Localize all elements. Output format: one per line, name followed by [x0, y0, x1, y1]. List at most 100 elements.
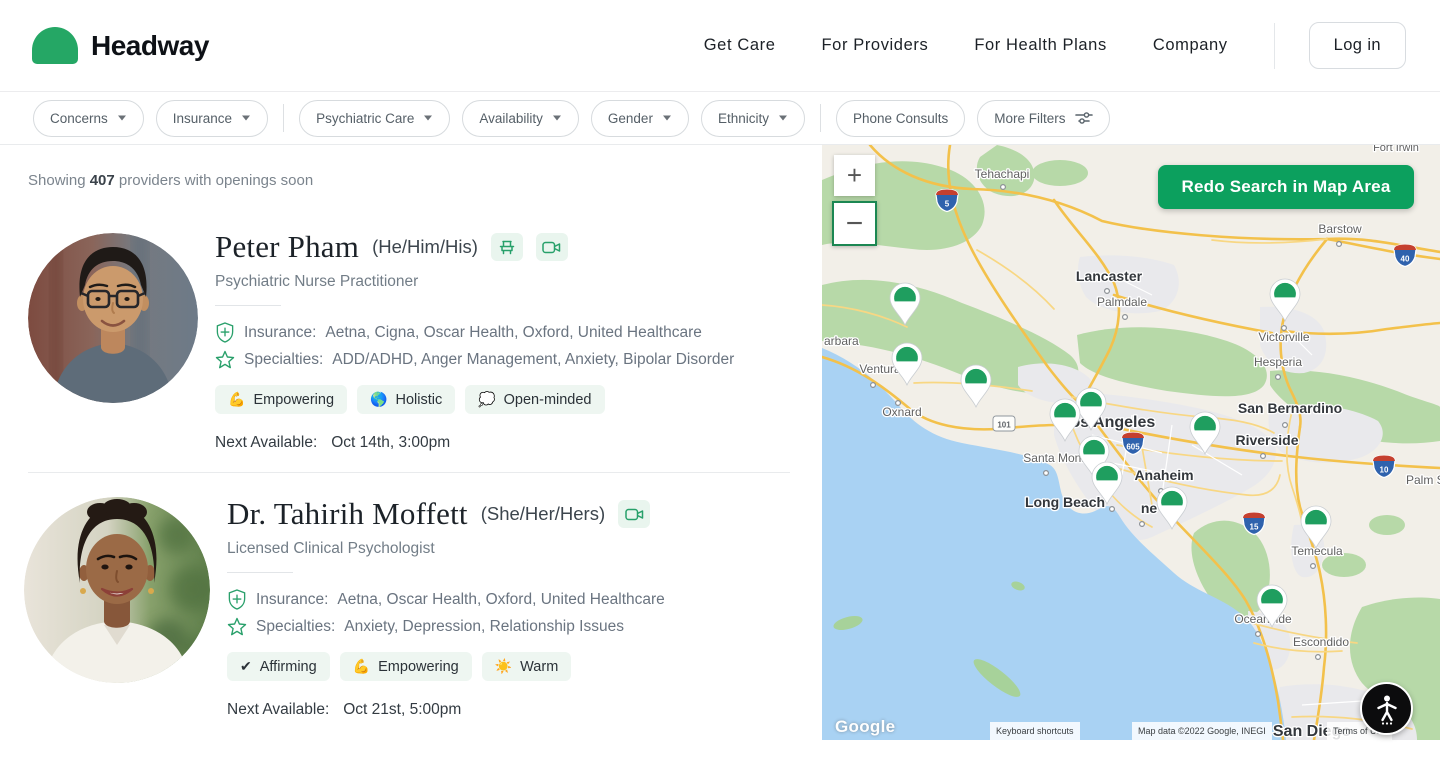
divider — [215, 305, 281, 306]
filter-label: More Filters — [994, 111, 1065, 126]
provider-results-list: Showing 407 providers with openings soon — [0, 145, 822, 777]
map-label: Hesperia — [1254, 355, 1302, 369]
map-label: Escondido — [1293, 635, 1349, 649]
svg-text:10: 10 — [1380, 466, 1389, 475]
chevron-down-icon — [778, 115, 788, 121]
filter-gender[interactable]: Gender — [591, 100, 689, 137]
tag-emoji: ☀️ — [495, 658, 512, 675]
map-label: Palmdale — [1097, 295, 1147, 309]
next-available-value: Oct 21st, 5:00pm — [343, 701, 461, 719]
redo-search-button[interactable]: Redo Search in Map Area — [1158, 165, 1414, 209]
map-label: Tehachapi — [975, 167, 1030, 181]
chevron-down-icon — [552, 115, 562, 121]
nav-for-health-plans[interactable]: For Health Plans — [974, 36, 1107, 55]
login-button[interactable]: Log in — [1309, 22, 1406, 69]
trait-tag: 💪 Empowering — [340, 652, 472, 681]
nav-divider — [1274, 23, 1275, 69]
specialties-list: Anxiety, Depression, Relationship Issues — [344, 618, 624, 636]
tag-emoji: 💪 — [228, 391, 245, 408]
video-icon — [618, 500, 650, 528]
provider-title: Licensed Clinical Psychologist — [227, 540, 817, 558]
filter-psychiatric-care[interactable]: Psychiatric Care — [299, 100, 450, 137]
results-count-text: Showing 407 providers with openings soon — [28, 172, 313, 189]
filter-insurance[interactable]: Insurance — [156, 100, 268, 137]
map-town-dot — [1001, 185, 1006, 190]
tag-label: Warm — [520, 659, 558, 675]
zoom-in-button[interactable]: + — [834, 155, 875, 196]
zoom-out-button[interactable]: − — [832, 201, 877, 246]
insurance-label: Insurance: — [256, 591, 328, 609]
map-town-dot — [1256, 632, 1261, 637]
filter-label: Psychiatric Care — [316, 111, 414, 126]
map-label: Palm Springs — [1406, 473, 1440, 487]
chevron-down-icon — [241, 115, 251, 121]
trait-tag: 💪 Empowering — [215, 385, 347, 414]
map-label: Fort Irwin — [1373, 145, 1419, 154]
trait-tag: 🌎 Holistic — [357, 385, 455, 414]
filter-group-divider — [283, 104, 284, 132]
headway-logo[interactable]: Headway — [32, 27, 209, 64]
specialties-label: Specialties: — [256, 618, 335, 636]
results-count-suffix: providers with openings soon — [115, 172, 313, 189]
filter-label: Phone Consults — [853, 111, 948, 126]
provider-card[interactable]: Dr. Tahirih Moffett (She/Her/Hers) Licen… — [227, 496, 817, 719]
map-label: arbara — [824, 334, 859, 348]
google-logo: Google — [835, 717, 895, 737]
provider-pronouns: (He/Him/His) — [372, 236, 478, 258]
filter-concerns[interactable]: Concerns — [33, 100, 144, 137]
next-available-value: Oct 14th, 3:00pm — [331, 434, 450, 452]
next-available-label: Next Available: — [215, 434, 317, 452]
map-zoom-controls: + − — [834, 155, 882, 246]
nav-for-providers[interactable]: For Providers — [821, 36, 928, 55]
filter-availability[interactable]: Availability — [462, 100, 579, 137]
svg-text:5: 5 — [945, 200, 950, 209]
tag-label: Empowering — [253, 392, 334, 408]
map-town-dot — [1276, 375, 1281, 380]
provider-avatar[interactable] — [28, 233, 198, 403]
filter-more-filters[interactable]: More Filters — [977, 100, 1109, 137]
map-label: Oxnard — [882, 405, 921, 419]
provider-title: Psychiatric Nurse Practitioner — [215, 273, 805, 291]
chevron-down-icon — [423, 115, 433, 121]
results-count-prefix: Showing — [28, 172, 90, 189]
tag-emoji: ✔ — [240, 658, 252, 675]
map-town-dot — [896, 401, 901, 406]
filter-sliders-icon — [1075, 112, 1093, 124]
insurance-shield-icon — [227, 589, 247, 610]
filter-group-divider — [820, 104, 821, 132]
filter-bar: Concerns Insurance Psychiatric Care Avai… — [0, 92, 1440, 145]
filter-phone-consults[interactable]: Phone Consults — [836, 100, 965, 137]
map-panel[interactable]: Fort IrwinTehachapiBarstowLancasterPalmd… — [822, 145, 1440, 740]
tag-label: Empowering — [378, 659, 459, 675]
map-label: Long Beach — [1025, 494, 1105, 510]
google-map[interactable]: Fort IrwinTehachapiBarstowLancasterPalmd… — [822, 145, 1440, 740]
filter-label: Ethnicity — [718, 111, 769, 126]
provider-card[interactable]: Peter Pham (He/Him/His) Psychiatric Nurs… — [215, 229, 805, 452]
map-town-dot — [1282, 326, 1287, 331]
keyboard-shortcuts-link[interactable]: Keyboard shortcuts — [990, 722, 1080, 740]
filter-label: Availability — [479, 111, 543, 126]
map-town-dot — [1316, 655, 1321, 660]
map-town-dot — [1123, 315, 1128, 320]
tag-label: Affirming — [260, 659, 317, 675]
nav-get-care[interactable]: Get Care — [704, 36, 776, 55]
filter-ethnicity[interactable]: Ethnicity — [701, 100, 805, 137]
accessibility-person-icon — [1371, 692, 1403, 726]
map-town-dot — [1105, 289, 1110, 294]
provider-name[interactable]: Dr. Tahirih Moffett — [227, 496, 468, 532]
map-town-dot — [1261, 454, 1266, 459]
filter-label: Gender — [608, 111, 653, 126]
provider-avatar[interactable] — [24, 497, 210, 683]
provider-pronouns: (She/Her/Hers) — [481, 503, 605, 525]
map-town-dot — [1311, 564, 1316, 569]
map-label: Victorville — [1258, 330, 1309, 344]
nav-company[interactable]: Company — [1153, 36, 1228, 55]
map-town-dot — [1283, 423, 1288, 428]
accessibility-widget-button[interactable] — [1360, 682, 1413, 735]
provider-name[interactable]: Peter Pham — [215, 229, 359, 265]
insurance-list: Aetna, Cigna, Oscar Health, Oxford, Unit… — [325, 324, 702, 342]
insurance-list: Aetna, Oscar Health, Oxford, United Heal… — [337, 591, 664, 609]
specialties-list: ADD/ADHD, Anger Management, Anxiety, Bip… — [332, 351, 734, 369]
card-divider — [28, 472, 790, 473]
headway-logo-icon — [32, 27, 78, 64]
